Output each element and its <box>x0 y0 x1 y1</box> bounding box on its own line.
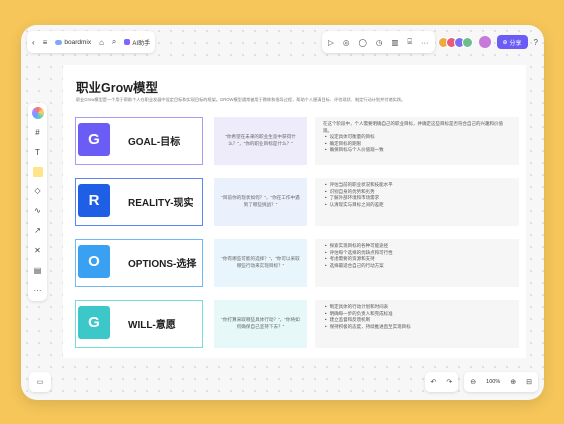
fit-screen-icon[interactable]: ⊟ <box>526 378 532 386</box>
stage-name: REALITY-现实 <box>128 198 194 209</box>
description-card[interactable]: 评估当前的职业状况和技能水平 识别自身的优势和劣势 了解外部环境和市场需求 认清… <box>315 178 519 226</box>
chevron-left-icon[interactable]: ‹ <box>32 38 35 47</box>
pen-icon[interactable]: ∿ <box>31 205 45 217</box>
letter-badge: R <box>78 184 110 217</box>
feature-toolbar: ▷ ◎ ◯ ◷ ▥ ⌸ ··· <box>322 31 435 53</box>
stage-name: WILL-意愿 <box>128 320 176 331</box>
description-intro: 在这个阶段中，个人需要明确自己的职业目标，并确定这些目标是否符合自己的兴趣和价值… <box>323 121 503 133</box>
timer-icon[interactable]: ◷ <box>376 38 383 47</box>
redo-icon[interactable]: ↷ <box>446 378 452 386</box>
avatar <box>461 36 473 48</box>
ai-assistant-button[interactable]: AI助手 <box>124 38 150 47</box>
zoom-controls: ⊖ 100% ⊕ ⊟ <box>464 372 538 392</box>
description-list: 评估当前的职业状况和技能水平 识别自身的优势和劣势 了解外部环境和市场需求 认清… <box>323 182 511 208</box>
letter-badge: G <box>78 306 110 339</box>
help-icon[interactable]: ? <box>534 38 538 47</box>
description-card[interactable]: 在这个阶段中，个人需要明确自己的职业目标，并确定这些目标是否符合自己的兴趣和价值… <box>315 117 519 165</box>
app-window: ‹ ≡ boardmix ⌂ ⌕ AI助手 ▷ ◎ ◯ ◷ ▥ ⌸ ··· ⊕ 分… <box>21 25 544 400</box>
mindmap-icon[interactable]: ✕ <box>31 245 45 257</box>
template-icon[interactable]: ▤ <box>31 265 45 277</box>
top-toolbar-right: ▷ ◎ ◯ ◷ ▥ ⌸ ··· ⊕ 分享 ? <box>322 31 538 53</box>
tag-icon[interactable]: ⌂ <box>99 38 104 47</box>
sticky-icon[interactable]: ◎ <box>343 38 350 47</box>
comment-icon[interactable]: ◯ <box>358 38 366 47</box>
board-canvas[interactable]: 职业Grow模型 职业Grow模型是一个用于帮助个人在职业发展中设定目标和实现目… <box>63 65 526 358</box>
description-list: 设定具体可衡量的目标 确定目标的期限 确保目标与个人价值观一致 <box>323 134 511 154</box>
letter-card[interactable]: R REALITY-现实 <box>75 178 203 226</box>
page-title: 职业Grow模型 <box>76 81 158 95</box>
connector-icon[interactable]: ↗ <box>31 225 45 237</box>
brand-logo[interactable]: boardmix <box>55 39 91 46</box>
letter-badge: O <box>78 245 110 278</box>
description-list: 探索实现目标的各种可能途径 评估每个选择的优缺点和可行性 考虑需要的资源和支持 … <box>323 243 511 269</box>
minimap-button[interactable]: ▭ <box>29 372 51 392</box>
person-add-icon: ⊕ <box>502 39 508 46</box>
more-tools-icon[interactable]: ··· <box>31 285 45 297</box>
text-icon[interactable]: T <box>31 147 45 159</box>
page-subtitle: 职业Grow模型是一个用于帮助个人在职业发展中设定目标和实现目标的框架。GROW… <box>76 97 406 102</box>
top-toolbar-left: ‹ ≡ boardmix ⌂ ⌕ AI助手 <box>27 31 156 53</box>
description-card[interactable]: 制定具体的行动计划和时间表 明确每一步的负责人和完成标准 建立监督和反馈机制 保… <box>315 300 519 348</box>
sticky-note-icon[interactable] <box>32 167 43 177</box>
frame-icon[interactable]: # <box>31 127 45 139</box>
play-icon[interactable]: ▷ <box>328 38 334 47</box>
more-icon[interactable]: ··· <box>421 38 429 47</box>
list-item: 认清现实与目标之间的差距 <box>325 202 511 209</box>
grow-row-will[interactable]: G WILL-意愿 "你打算采取哪些具体行动？"，"你将如何确保自己坚持下去？"… <box>75 300 519 348</box>
shape-icon[interactable]: ◇ <box>31 185 45 197</box>
ai-icon <box>124 39 131 45</box>
question-card[interactable]: "你希望在未来的职业生涯中获得什么？"，"你的职业目标是什么？" <box>214 117 307 165</box>
letter-card[interactable]: G GOAL-目标 <box>75 117 203 165</box>
history-controls: ↶ ↷ <box>424 372 459 392</box>
collaborator-avatars[interactable] <box>437 36 473 48</box>
chart-icon[interactable]: ▥ <box>391 38 398 47</box>
left-toolbar: # T ◇ ∿ ↗ ✕ ▤ ··· <box>28 103 47 301</box>
undo-icon[interactable]: ↶ <box>431 378 437 386</box>
zoom-level[interactable]: 100% <box>486 379 500 385</box>
color-palette-icon[interactable] <box>31 107 44 119</box>
grow-row-options[interactable]: O OPTIONS-选择 "你有哪些可能的选择？"，"你可以采取哪些行动来实现目… <box>75 239 519 287</box>
question-card[interactable]: "你打算采取哪些具体行动？"，"你将如何确保自己坚持下去？" <box>214 300 307 348</box>
zoom-in-icon[interactable]: ⊕ <box>510 378 516 386</box>
share-button[interactable]: ⊕ 分享 <box>496 35 528 49</box>
zoom-out-icon[interactable]: ⊖ <box>470 378 476 386</box>
stage-name: OPTIONS-选择 <box>128 259 197 270</box>
cloud-icon <box>55 39 63 45</box>
question-card[interactable]: "目前你的现状如何？"，"你在工作中遇到了哪些挑战？" <box>214 178 307 226</box>
grow-row-reality[interactable]: R REALITY-现实 "目前你的现状如何？"，"你在工作中遇到了哪些挑战？"… <box>75 178 519 226</box>
list-item: 选择最适合自己的行动方案 <box>325 263 511 270</box>
present-icon[interactable]: ⌸ <box>408 37 413 47</box>
user-avatar[interactable] <box>478 36 491 48</box>
list-item: 保持积极的态度，持续推进直至实现目标 <box>325 324 511 331</box>
bottom-toolbar: ↶ ↷ ⊖ 100% ⊕ ⊟ <box>424 372 538 392</box>
description-list: 制定具体的行动计划和时间表 明确每一步的负责人和完成标准 建立监督和反馈机制 保… <box>323 304 511 330</box>
list-item: 确保目标与个人价值观一致 <box>325 147 511 154</box>
letter-badge: G <box>78 123 110 156</box>
search-icon[interactable]: ⌕ <box>112 37 116 47</box>
menu-icon[interactable]: ≡ <box>43 38 48 47</box>
stage-name: GOAL-目标 <box>128 137 181 148</box>
question-card[interactable]: "你有哪些可能的选择？"，"你可以采取哪些行动来实现目标？" <box>214 239 307 287</box>
grow-row-goal[interactable]: G GOAL-目标 "你希望在未来的职业生涯中获得什么？"，"你的职业目标是什么… <box>75 117 519 165</box>
description-card[interactable]: 探索实现目标的各种可能途径 评估每个选择的优缺点和可行性 考虑需要的资源和支持 … <box>315 239 519 287</box>
letter-card[interactable]: O OPTIONS-选择 <box>75 239 203 287</box>
minimap-icon: ▭ <box>36 379 44 386</box>
letter-card[interactable]: G WILL-意愿 <box>75 300 203 348</box>
